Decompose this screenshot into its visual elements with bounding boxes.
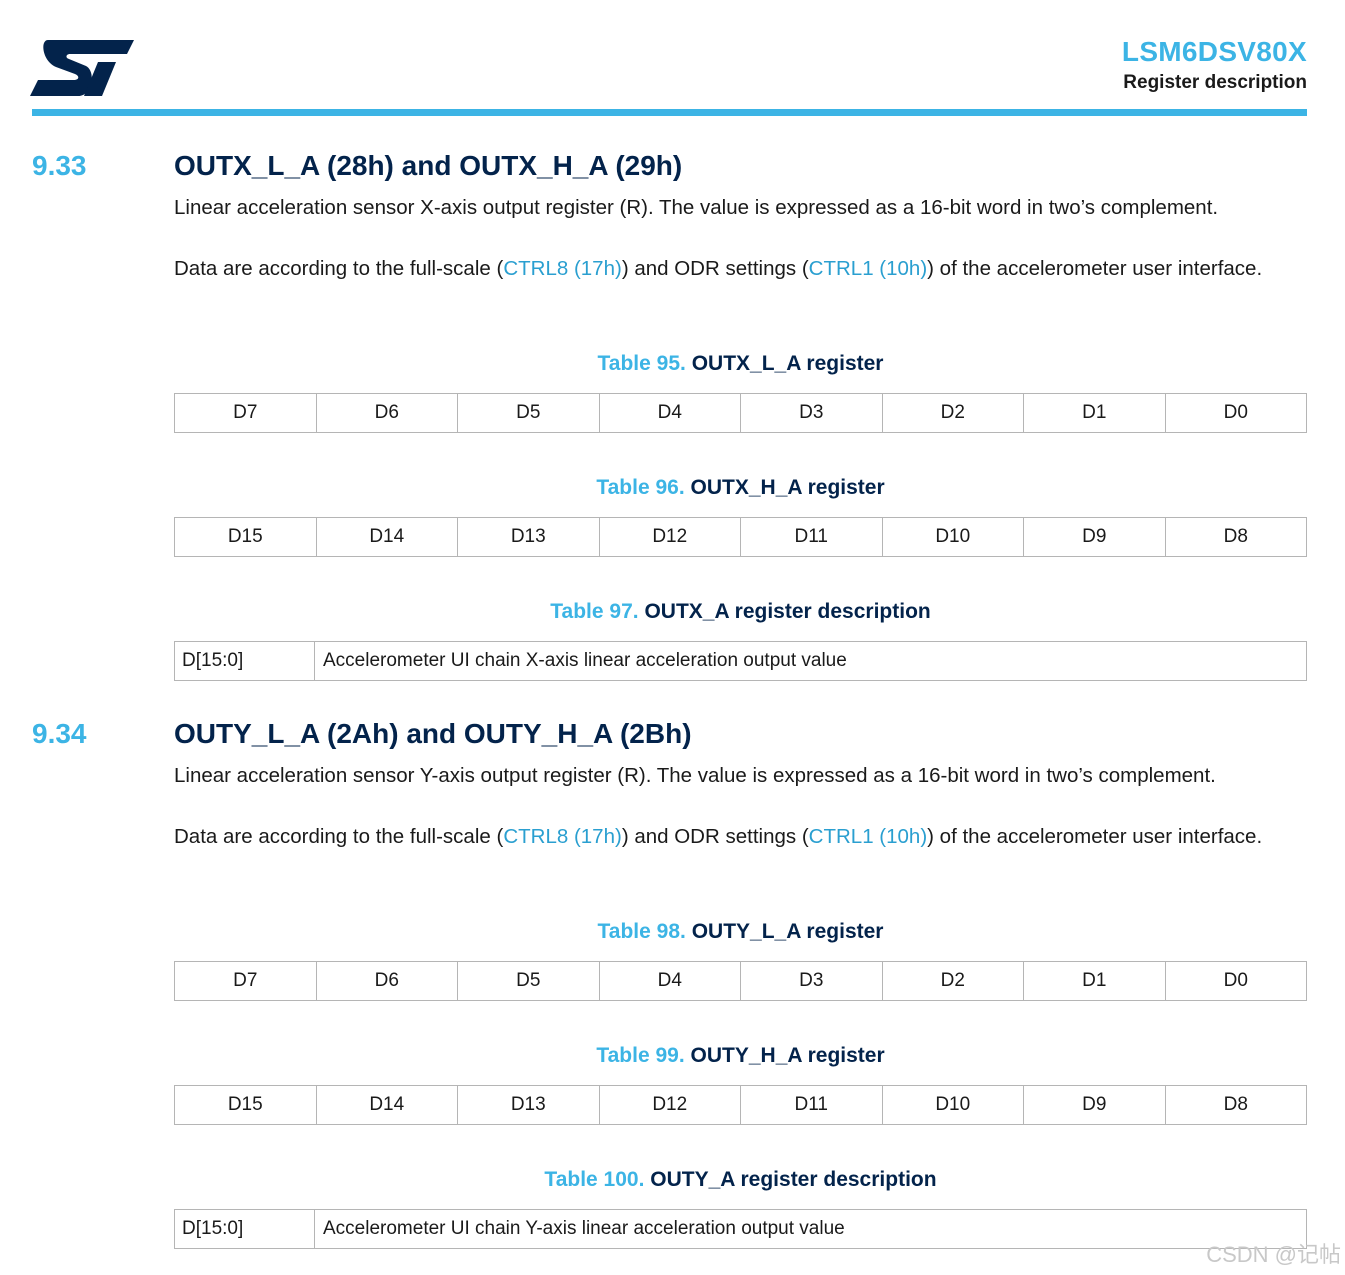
- document-title: LSM6DSV80X: [1121, 36, 1307, 67]
- st-logo: [30, 40, 134, 96]
- table-caption: Table 97. OUTX_A register description: [550, 600, 931, 623]
- field-description: Accelerometer UI chain X-axis linear acc…: [323, 650, 847, 671]
- field-name: D[15:0]: [175, 1210, 315, 1248]
- bit-cell: D10: [881, 1086, 1024, 1124]
- bit-cell: D5: [457, 394, 599, 432]
- bit-cell: D3: [740, 394, 882, 432]
- bit-cell: D9: [1023, 1086, 1165, 1124]
- section-number: 9.33: [32, 150, 87, 181]
- bit-cell: D6: [315, 394, 458, 432]
- register-description-table: D[15:0] Accelerometer UI chain Y-axis li…: [174, 1209, 1307, 1249]
- header-divider: [32, 109, 1307, 116]
- register-bit-table: D15 D14 D13 D12 D11 D10 D9 D8: [174, 1085, 1307, 1125]
- register-bit-table: D7 D6 D5 D4 D3 D2 D1 D0: [174, 393, 1307, 433]
- section-data-note: Data are according to the full-scale (CT…: [174, 825, 1263, 848]
- bit-cell: D1: [1023, 394, 1165, 432]
- bit-cell: D14: [315, 1086, 458, 1124]
- bit-cell: D12: [598, 1086, 741, 1124]
- bit-cell: D11: [740, 1086, 882, 1124]
- section-title: OUTY_L_A (2Ah) and OUTY_H_A (2Bh): [174, 718, 692, 749]
- bit-cell: D8: [1164, 1086, 1307, 1124]
- bit-cell: D6: [315, 962, 458, 1000]
- table-caption: Table 96. OUTX_H_A register: [596, 476, 885, 499]
- bit-cell: D3: [740, 962, 882, 1000]
- section-data-note: Data are according to the full-scale (CT…: [174, 257, 1263, 280]
- ctrl8-link[interactable]: CTRL8 (17h): [503, 825, 622, 848]
- bit-cell: D0: [1164, 394, 1307, 432]
- bit-cell: D7: [233, 970, 258, 991]
- register-bit-table: D7 D6 D5 D4 D3 D2 D1 D0: [174, 961, 1307, 1001]
- table-caption: Table 98. OUTY_L_A register: [597, 920, 884, 943]
- document-subtitle: Register description: [1123, 72, 1307, 93]
- bit-cell: D2: [881, 394, 1024, 432]
- section-description: Linear acceleration sensor Y-axis output…: [174, 764, 1216, 787]
- bit-cell: D4: [598, 962, 741, 1000]
- bit-cell: D7: [233, 402, 258, 423]
- section-number: 9.34: [32, 718, 87, 749]
- table-caption: Table 95. OUTX_L_A register: [597, 352, 884, 375]
- field-description: Accelerometer UI chain Y-axis linear acc…: [323, 1218, 845, 1239]
- ctrl1-link[interactable]: CTRL1 (10h): [809, 825, 928, 848]
- section-description: Linear acceleration sensor X-axis output…: [174, 196, 1219, 219]
- table-caption: Table 99. OUTY_H_A register: [596, 1044, 885, 1067]
- bit-cell: D1: [1023, 962, 1165, 1000]
- bit-cell: D8: [1164, 518, 1307, 556]
- bit-cell: D15: [227, 1094, 263, 1115]
- bit-cell: D12: [598, 518, 741, 556]
- bit-cell: D10: [881, 518, 1024, 556]
- bit-cell: D0: [1164, 962, 1307, 1000]
- bit-cell: D9: [1023, 518, 1165, 556]
- section-title: OUTX_L_A (28h) and OUTX_H_A (29h): [174, 150, 683, 181]
- bit-cell: D4: [598, 394, 741, 432]
- ctrl1-link[interactable]: CTRL1 (10h): [809, 257, 928, 280]
- bit-cell: D15: [227, 526, 263, 547]
- bit-cell: D13: [457, 518, 599, 556]
- register-bit-table: D15 D14 D13 D12 D11 D10 D9 D8: [174, 517, 1307, 557]
- table-caption: Table 100. OUTY_A register description: [544, 1168, 937, 1191]
- register-description-table: D[15:0] Accelerometer UI chain X-axis li…: [174, 641, 1307, 681]
- bit-cell: D11: [740, 518, 882, 556]
- bit-cell: D2: [881, 962, 1024, 1000]
- watermark: CSDN @记帖: [1206, 1242, 1341, 1267]
- field-name: D[15:0]: [175, 642, 315, 680]
- bit-cell: D14: [315, 518, 458, 556]
- bit-cell: D13: [457, 1086, 599, 1124]
- ctrl8-link[interactable]: CTRL8 (17h): [503, 257, 622, 280]
- bit-cell: D5: [457, 962, 599, 1000]
